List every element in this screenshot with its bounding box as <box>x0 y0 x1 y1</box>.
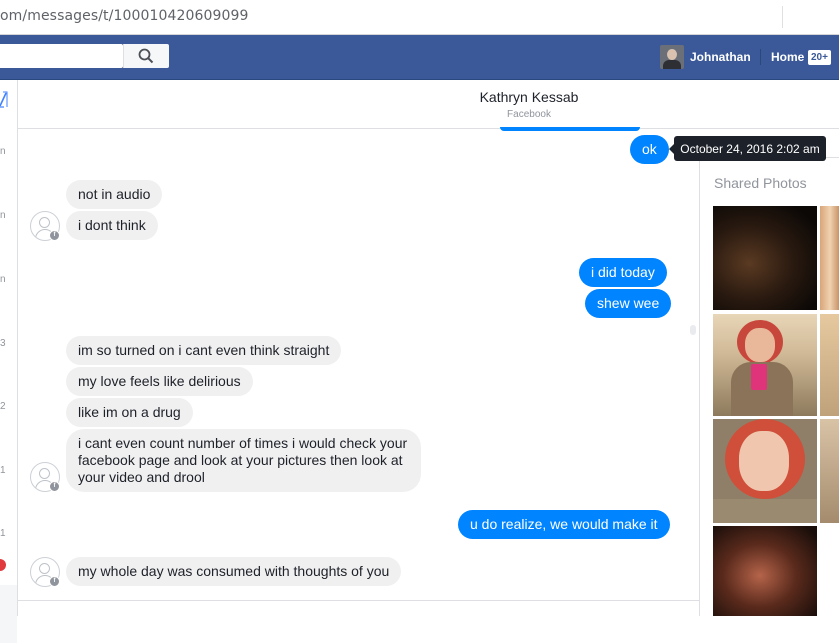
compose-icon[interactable] <box>0 90 8 108</box>
shared-photo[interactable] <box>820 419 839 523</box>
message-bubble-incoming[interactable]: i dont think <box>66 211 158 240</box>
timestamp-tooltip: October 24, 2016 2:02 am <box>669 136 826 161</box>
nav-divider <box>760 49 761 65</box>
message-bubble-incoming[interactable]: not in audio <box>66 180 163 209</box>
list-item-fragment[interactable]: 3 <box>0 338 6 349</box>
search-icon <box>138 48 154 64</box>
composer-divider <box>18 600 699 601</box>
unread-badge <box>0 559 6 571</box>
selected-conversation-highlight[interactable] <box>0 585 17 643</box>
message-bubble-outgoing[interactable]: ok <box>630 135 669 164</box>
list-item-fragment[interactable]: 1 <box>0 465 6 476</box>
conversation-info-panel: Shared Photos <box>699 157 839 616</box>
search-button[interactable] <box>123 44 169 68</box>
thread-scrollbar[interactable] <box>690 325 696 335</box>
home-link[interactable]: Home <box>771 50 804 64</box>
conversation-title[interactable]: Kathryn Kessab <box>18 89 839 105</box>
message-bubble-incoming[interactable]: like im on a drug <box>66 398 193 427</box>
user-avatar <box>660 45 684 69</box>
shared-photos-heading: Shared Photos <box>714 175 807 191</box>
conversation-list-edge: n n n 3 2 1 1 <box>0 80 18 643</box>
shared-photo[interactable] <box>713 526 817 616</box>
shared-photo[interactable] <box>713 419 817 523</box>
facebook-top-bar: Johnathan Home 20+ <box>0 35 839 80</box>
previous-message-fragment <box>500 127 640 131</box>
facebook-badge-icon: f <box>49 230 60 241</box>
user-name: Johnathan <box>690 50 751 64</box>
list-item-fragment[interactable]: 1 <box>0 528 6 539</box>
profile-link[interactable]: Johnathan <box>660 45 751 69</box>
message-bubble-outgoing[interactable]: shew wee <box>585 289 672 318</box>
message-bubble-incoming[interactable]: my love feels like delirious <box>66 367 253 396</box>
tooltip-text: October 24, 2016 2:02 am <box>680 141 820 156</box>
list-item-fragment[interactable]: n <box>0 274 6 285</box>
browser-address-bar[interactable]: om/messages/t/100010420609099 <box>0 0 839 35</box>
list-item-fragment[interactable]: 2 <box>0 401 6 412</box>
conversation-subtitle: Facebook <box>507 109 551 120</box>
message-bubble-incoming[interactable]: im so turned on i cant even think straig… <box>66 336 342 365</box>
list-item-fragment[interactable]: n <box>0 146 6 157</box>
home-notification-badge: 20+ <box>808 50 831 65</box>
facebook-badge-icon: f <box>49 481 60 492</box>
message-bubble-outgoing[interactable]: u do realize, we would make it <box>458 510 670 539</box>
message-bubble-incoming[interactable]: i cant even count number of times i woul… <box>66 429 421 492</box>
url-text[interactable]: om/messages/t/100010420609099 <box>0 8 249 24</box>
facebook-badge-icon: f <box>49 576 60 587</box>
message-bubble-incoming[interactable]: my whole day was consumed with thoughts … <box>66 557 402 586</box>
browser-toolbar-area <box>782 6 839 28</box>
shared-photo[interactable] <box>820 206 839 310</box>
message-bubble-outgoing[interactable]: i did today <box>579 258 667 287</box>
shared-photo[interactable] <box>820 314 839 416</box>
conversation-header: Kathryn Kessab Facebook <box>18 80 839 129</box>
shared-photo[interactable] <box>713 206 817 310</box>
shared-photo[interactable] <box>713 314 817 416</box>
search-input[interactable] <box>0 44 123 68</box>
list-item-fragment[interactable]: n <box>0 210 6 221</box>
